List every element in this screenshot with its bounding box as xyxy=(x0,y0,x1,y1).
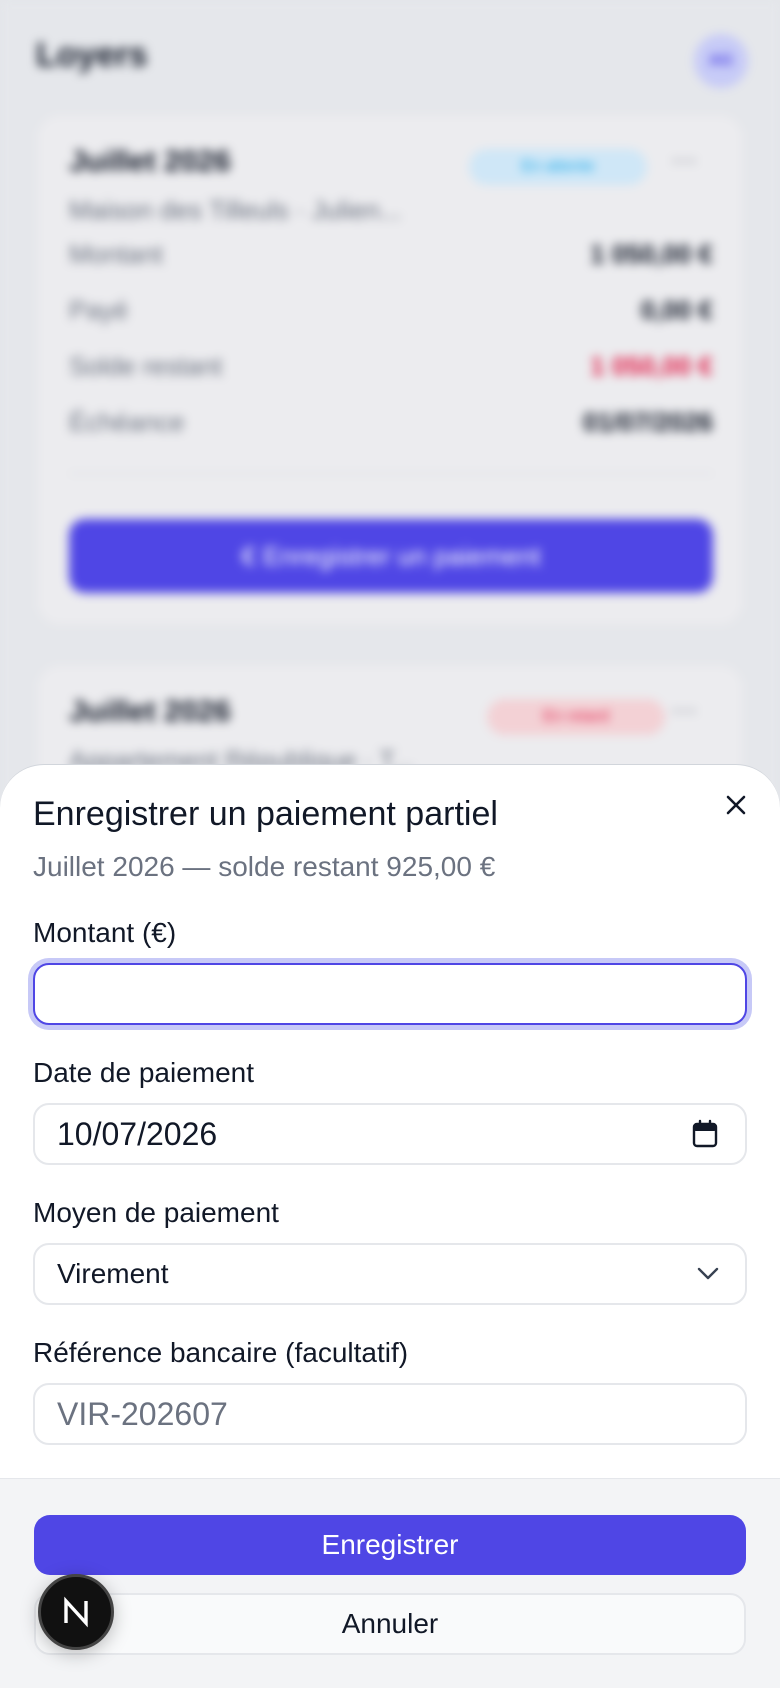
sheet-subtitle: Juillet 2026 — solde restant 925,00 € xyxy=(33,851,496,882)
rent-row-label: Montant xyxy=(69,239,163,269)
divider xyxy=(69,473,713,474)
rent-card: Juillet 2026 En attente ⋯ Maison des Til… xyxy=(36,114,744,626)
submit-button[interactable]: Enregistrer xyxy=(34,1515,746,1575)
date-value: 10/07/2026 xyxy=(57,1115,218,1152)
amount-label: Montant (€) xyxy=(33,917,177,948)
status-badge: En attente xyxy=(469,149,647,185)
status-badge: En retard xyxy=(487,699,665,735)
date-input[interactable]: 10/07/2026 xyxy=(33,1103,747,1165)
reference-input[interactable]: VIR-202607 xyxy=(33,1383,747,1445)
rent-row-label: Échéance xyxy=(69,407,185,437)
date-label: Date de paiement xyxy=(33,1057,255,1088)
page-title: Loyers xyxy=(36,36,148,74)
rent-row: Échéance 01/07/2026 xyxy=(69,407,713,438)
rent-row: Solde restant 1 050,00 € xyxy=(69,351,713,382)
rent-card-title: Juillet 2026 xyxy=(69,695,231,728)
amount-input[interactable] xyxy=(33,963,747,1025)
rent-row-label: Solde restant xyxy=(69,351,223,381)
rent-row-value: 1 050,00 € xyxy=(590,239,713,269)
rent-row-value: 1 050,00 € xyxy=(590,351,713,381)
rent-row-label: Payé xyxy=(69,295,129,325)
method-select[interactable]: Virement xyxy=(33,1243,747,1305)
record-payment-button: € Enregistrer un paiement xyxy=(69,519,713,593)
method-label: Moyen de paiement xyxy=(33,1197,279,1228)
rent-row: Montant 1 050,00 € xyxy=(69,239,713,270)
close-icon xyxy=(726,795,746,815)
calendar-icon[interactable] xyxy=(691,1119,719,1149)
rent-row: Payé 0,00 € xyxy=(69,295,713,326)
dev-tools-badge[interactable] xyxy=(38,1574,114,1650)
reference-label: Référence bancaire (facultatif) xyxy=(33,1337,409,1368)
reference-placeholder: VIR-202607 xyxy=(57,1395,228,1432)
dev-tools-logo-icon xyxy=(64,1596,88,1628)
sheet-footer: Enregistrer Annuler xyxy=(0,1478,780,1688)
avatar: AG xyxy=(694,34,748,88)
method-selected-value: Virement xyxy=(57,1258,169,1289)
more-options-icon: ⋯ xyxy=(671,145,697,175)
rent-row-value: 0,00 € xyxy=(640,295,713,325)
chevron-down-icon xyxy=(697,1267,719,1281)
cancel-button[interactable]: Annuler xyxy=(34,1593,746,1655)
rent-row-value: 01/07/2026 xyxy=(582,407,713,437)
rent-card-subtitle: Maison des Tilleuls · Julien... xyxy=(69,195,402,225)
close-button[interactable] xyxy=(716,785,756,825)
sheet-title: Enregistrer un paiement partiel xyxy=(33,795,498,833)
more-options-icon: ⋯ xyxy=(671,695,697,725)
rent-card-title: Juillet 2026 xyxy=(69,145,231,178)
